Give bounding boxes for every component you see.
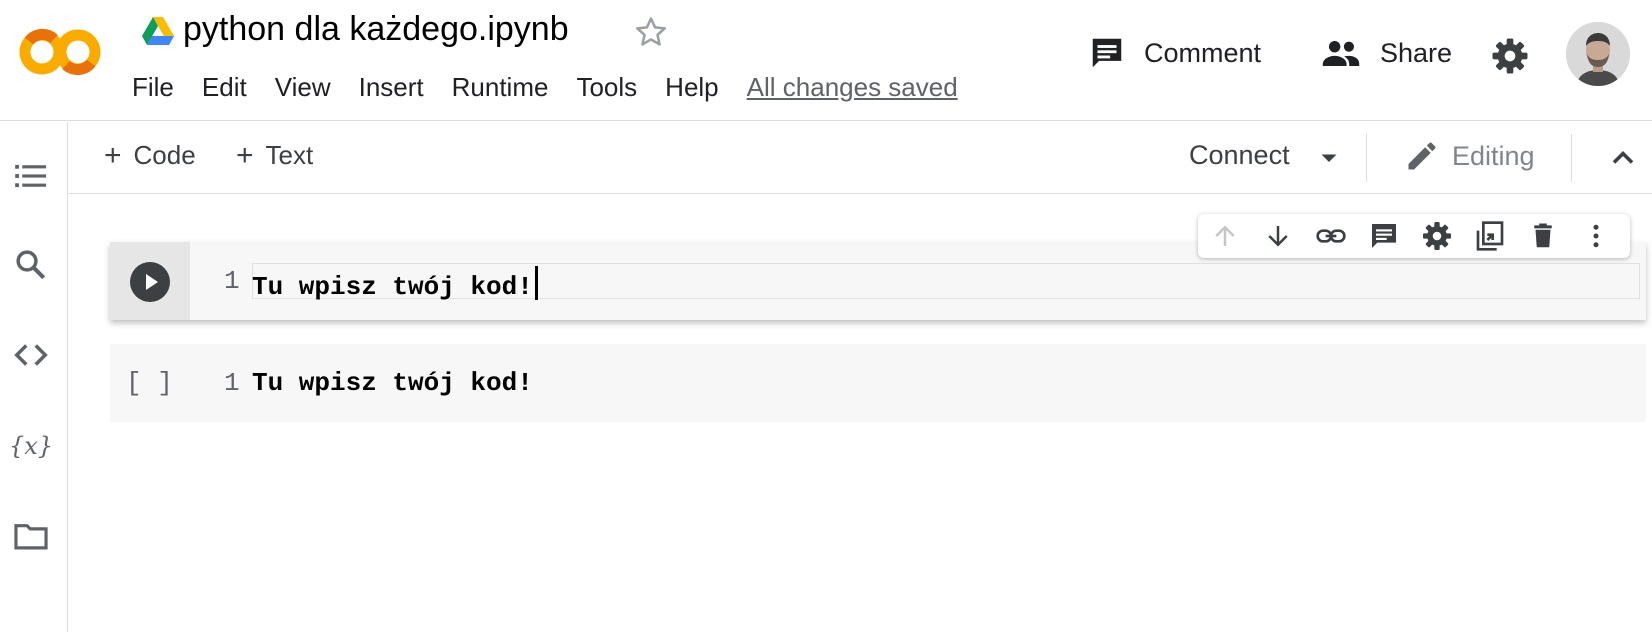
menu-tools[interactable]: Tools <box>576 72 637 103</box>
link-icon[interactable] <box>1312 217 1349 255</box>
cell-settings-icon[interactable] <box>1418 217 1455 255</box>
user-photo-icon <box>1566 22 1630 86</box>
share-button[interactable]: Share <box>1320 34 1452 72</box>
editing-label: Editing <box>1452 140 1535 171</box>
move-down-icon[interactable] <box>1259 217 1296 255</box>
notebook-title[interactable]: python dla każdego.ipynb <box>183 10 569 49</box>
comment-icon <box>1092 38 1122 68</box>
user-avatar[interactable] <box>1566 22 1630 86</box>
code-line[interactable]: Tu wpisz twój kod! <box>252 368 533 398</box>
cell-toolbar <box>1198 214 1630 258</box>
add-text-label: Text <box>265 140 314 170</box>
search-icon[interactable] <box>12 246 50 284</box>
play-icon <box>146 274 158 290</box>
colab-logo[interactable] <box>18 24 102 80</box>
notebook-toolbar: + Code + Text Connect Editing <box>69 122 1652 194</box>
files-folder-icon[interactable] <box>12 517 50 555</box>
people-icon <box>1322 40 1360 66</box>
editing-mode-button[interactable]: Editing <box>1404 138 1535 174</box>
move-up-icon[interactable] <box>1206 217 1243 255</box>
pencil-icon <box>1408 142 1436 170</box>
menu-insert[interactable]: Insert <box>359 72 424 103</box>
run-cell-button[interactable] <box>130 262 170 302</box>
add-code-button[interactable]: + Code <box>104 140 196 171</box>
comment-icon[interactable] <box>1365 217 1402 255</box>
share-label: Share <box>1380 37 1453 68</box>
add-code-label: Code <box>133 140 196 170</box>
more-vert-icon[interactable] <box>1577 217 1614 255</box>
text-caret <box>534 266 538 300</box>
cell-gutter <box>110 242 190 320</box>
code-text: Tu wpisz twój kod! <box>252 272 533 302</box>
toolbar-divider <box>1571 134 1572 182</box>
google-drive-icon[interactable] <box>142 17 174 45</box>
menu-edit[interactable]: Edit <box>202 72 247 103</box>
menu-bar: File Edit View Insert Runtime Tools Help… <box>132 72 958 103</box>
plus-icon: + <box>236 138 254 172</box>
line-number: 1 <box>224 368 240 398</box>
mirror-cell-icon[interactable] <box>1471 217 1508 255</box>
svg-text:{x}: {x} <box>12 432 50 460</box>
menu-file[interactable]: File <box>132 72 174 103</box>
comment-label: Comment <box>1144 37 1262 68</box>
delete-icon[interactable] <box>1524 217 1561 255</box>
save-status-link[interactable]: All changes saved <box>747 72 958 103</box>
star-icon[interactable] <box>632 13 670 51</box>
comment-button[interactable]: Comment <box>1088 34 1261 72</box>
execution-count[interactable]: [ ] <box>126 368 173 398</box>
connect-label: Connect <box>1189 140 1290 170</box>
menu-view[interactable]: View <box>275 72 331 103</box>
table-of-contents-icon[interactable] <box>12 157 50 195</box>
menu-runtime[interactable]: Runtime <box>452 72 549 103</box>
code-cell[interactable]: [ ] 1 Tu wpisz twój kod! <box>110 344 1646 422</box>
code-line[interactable]: Tu wpisz twój kod! <box>252 266 538 302</box>
variables-icon[interactable]: {x} <box>12 427 50 465</box>
toolbar-divider <box>1366 134 1367 182</box>
connect-button[interactable]: Connect <box>1189 140 1290 171</box>
chevron-down-icon[interactable] <box>1314 142 1344 172</box>
add-text-button[interactable]: + Text <box>236 140 313 171</box>
code-snippets-icon[interactable] <box>12 336 50 374</box>
settings-gear-icon[interactable] <box>1490 36 1530 76</box>
line-number: 1 <box>224 266 240 296</box>
plus-icon: + <box>104 138 122 172</box>
collapse-header-chevron-up-icon[interactable] <box>1605 140 1641 176</box>
menu-help[interactable]: Help <box>665 72 718 103</box>
left-sidebar: {x} <box>0 122 68 632</box>
header: python dla każdego.ipynb File Edit View … <box>0 0 1652 121</box>
